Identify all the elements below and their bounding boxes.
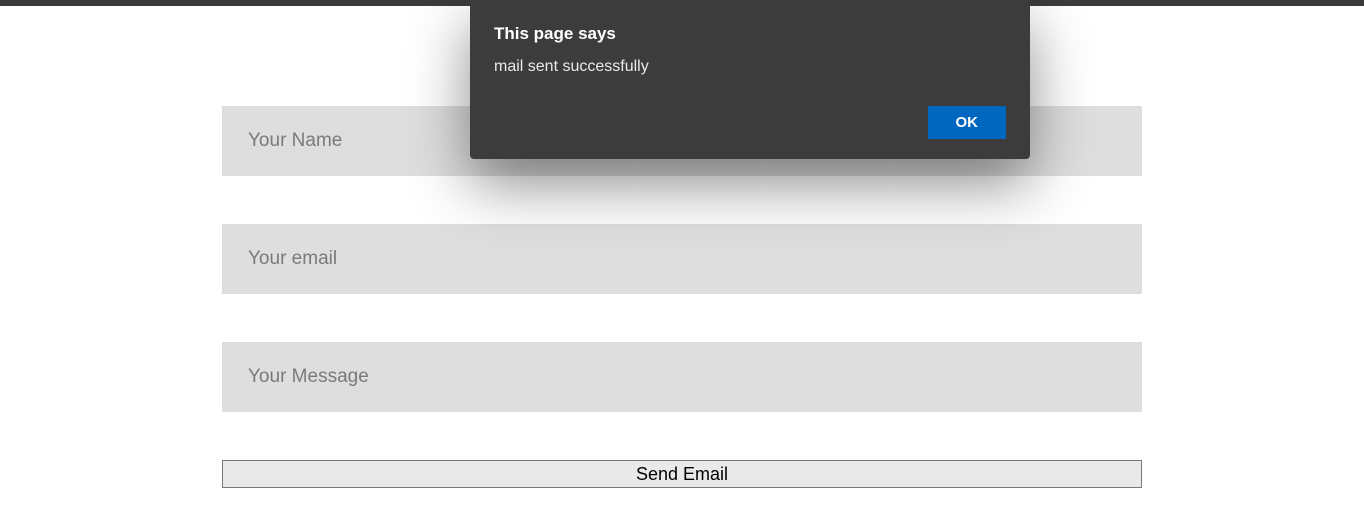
email-input[interactable] <box>222 224 1142 294</box>
dialog-message: mail sent successfully <box>494 58 1006 76</box>
dialog-title: This page says <box>494 24 1006 44</box>
alert-dialog: This page says mail sent successfully OK <box>470 0 1030 159</box>
dialog-actions: OK <box>494 106 1006 139</box>
ok-button[interactable]: OK <box>928 106 1007 139</box>
send-email-button[interactable]: Send Email <box>222 460 1142 488</box>
message-input[interactable] <box>222 342 1142 412</box>
